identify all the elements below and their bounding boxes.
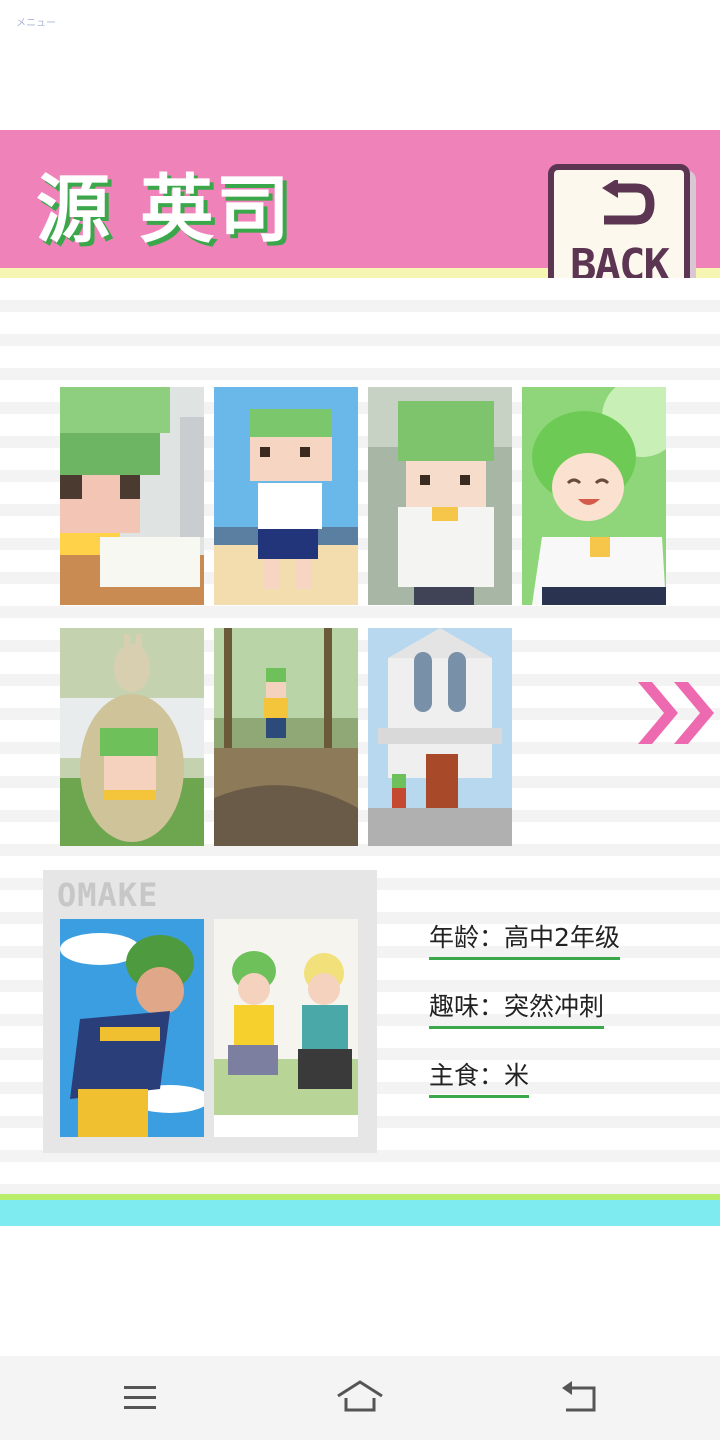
home-icon xyxy=(337,1380,383,1412)
pixel-runner-icon xyxy=(214,387,358,605)
gallery-thumb-2[interactable] xyxy=(214,387,358,605)
character-name-title: 源 英司 xyxy=(36,167,292,253)
footer-stripe-cyan xyxy=(0,1200,720,1226)
gallery-thumb-1[interactable] xyxy=(60,387,204,605)
sporty-boy-icon xyxy=(60,919,204,1137)
gallery-thumb-6[interactable] xyxy=(214,628,358,846)
forest-stream-icon xyxy=(214,628,358,846)
two-boys-gaming-icon xyxy=(214,919,358,1137)
pixel-boy-garden-icon xyxy=(368,387,512,605)
gallery-thumb-7[interactable] xyxy=(368,628,512,846)
return-arrow-icon xyxy=(602,180,655,225)
kangaroo-statue-icon xyxy=(60,628,204,846)
gallery-thumb-3[interactable] xyxy=(368,387,512,605)
nav-home-button[interactable] xyxy=(336,1376,384,1420)
pixel-cap-classroom-icon xyxy=(60,387,204,605)
omake-thumb-1[interactable] xyxy=(60,919,204,1137)
gallery-thumb-5[interactable] xyxy=(60,628,204,846)
omake-label: OMAKE xyxy=(57,876,159,914)
menu-hint-text: メニュー xyxy=(16,18,56,29)
church-icon xyxy=(368,628,512,846)
back-icon xyxy=(562,1381,596,1412)
profile-staple-food: 主食：米 xyxy=(429,1056,530,1098)
profile-hobby: 趣味：突然冲刺 xyxy=(429,987,605,1029)
double-chevron-right-icon[interactable] xyxy=(636,676,718,750)
smiling-boy-icon xyxy=(522,387,666,605)
omake-thumb-2[interactable] xyxy=(214,919,358,1137)
profile-age: 年龄：高中2年级 xyxy=(429,918,620,960)
nav-back-button[interactable] xyxy=(556,1376,604,1420)
menu-icon xyxy=(124,1386,156,1409)
nav-menu-button[interactable] xyxy=(116,1376,164,1420)
omake-panel: OMAKE xyxy=(43,870,377,1153)
gallery-thumb-4[interactable] xyxy=(522,387,666,605)
